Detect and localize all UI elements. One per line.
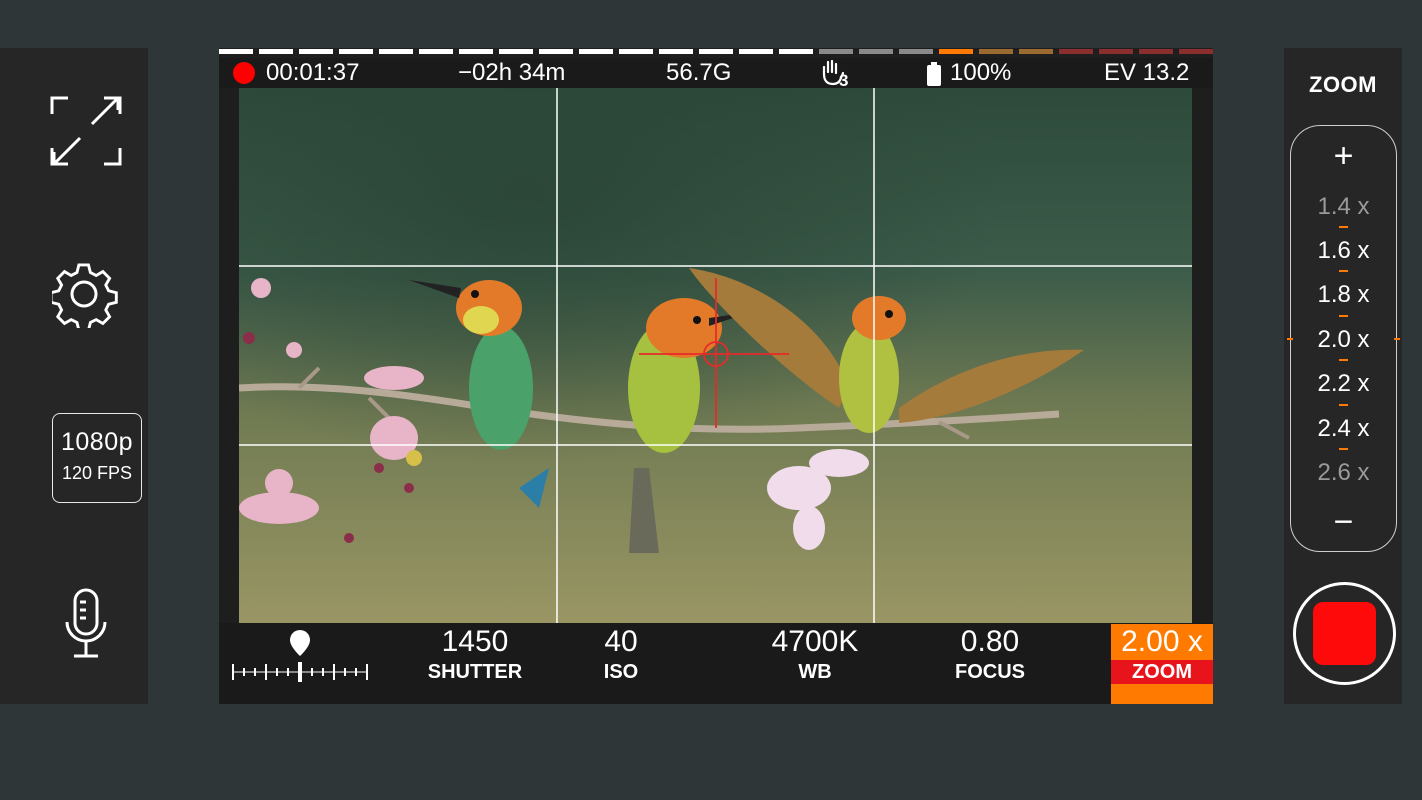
- zoom-in-button[interactable]: +: [1290, 137, 1397, 176]
- fps-label: 120 FPS: [61, 463, 133, 483]
- zoom-panel-title: ZOOM: [1309, 72, 1377, 97]
- zoom-value: 2.00 x: [1121, 625, 1203, 658]
- zoom-control[interactable]: 2.00 x ZOOM: [1111, 624, 1213, 704]
- shutter-value: 1450: [441, 625, 509, 658]
- zoom-tick: [1339, 270, 1348, 272]
- camera-preview[interactable]: [239, 88, 1192, 623]
- iso-label: ISO: [603, 661, 639, 683]
- remaining-time: −02h 34m: [458, 59, 566, 86]
- zoom-tick: [1339, 226, 1348, 228]
- zoom-label: ZOOM: [1111, 660, 1213, 684]
- zoom-tick: [1339, 448, 1348, 450]
- storage-remaining: 56.7G: [666, 59, 732, 86]
- exposure-compensation-slider[interactable]: [230, 630, 370, 684]
- iso-value: 40: [604, 625, 638, 658]
- wb-value: 4700K: [771, 625, 859, 658]
- shutter-label: SHUTTER: [427, 661, 523, 683]
- wb-label: WB: [798, 661, 832, 683]
- elapsed-time: 00:01:37: [266, 59, 360, 86]
- zoom-tick: [1339, 404, 1348, 406]
- resolution-fps-button[interactable]: 1080p 120 FPS: [52, 413, 142, 503]
- record-stop-icon[interactable]: [1313, 602, 1376, 665]
- settings-gear-icon[interactable]: [52, 262, 118, 328]
- zoom-step[interactable]: 2.4 x: [1290, 415, 1397, 443]
- zoom-step[interactable]: 2.6 x: [1290, 459, 1397, 487]
- zoom-step[interactable]: 1.8 x: [1290, 281, 1397, 309]
- zoom-tick: [1339, 315, 1348, 317]
- focus-value: 0.80: [960, 625, 1020, 658]
- shutter-control[interactable]: 1450 SHUTTER: [405, 624, 545, 684]
- iso-control[interactable]: 40 ISO: [551, 624, 691, 684]
- zoom-out-button[interactable]: −: [1290, 503, 1397, 542]
- zoom-step[interactable]: 1.6 x: [1290, 237, 1397, 265]
- focus-control[interactable]: 0.80 FOCUS: [920, 624, 1060, 684]
- battery-level: 100%: [950, 59, 1012, 86]
- focus-label: FOCUS: [955, 661, 1025, 683]
- zoom-step-selected[interactable]: 2.0 x: [1290, 326, 1397, 354]
- zoom-step[interactable]: 2.2 x: [1290, 370, 1397, 398]
- white-balance-control[interactable]: 4700K WB: [745, 624, 885, 684]
- expand-icon[interactable]: [50, 96, 122, 166]
- zoom-step[interactable]: 1.4 x: [1290, 193, 1397, 221]
- zoom-tick: [1339, 359, 1348, 361]
- recording-indicator-icon: [233, 62, 255, 84]
- microphone-icon[interactable]: [64, 588, 108, 660]
- resolution-label: 1080p: [60, 428, 134, 456]
- exposure-value: EV 13.2: [1104, 59, 1190, 86]
- battery-icon: [927, 62, 941, 86]
